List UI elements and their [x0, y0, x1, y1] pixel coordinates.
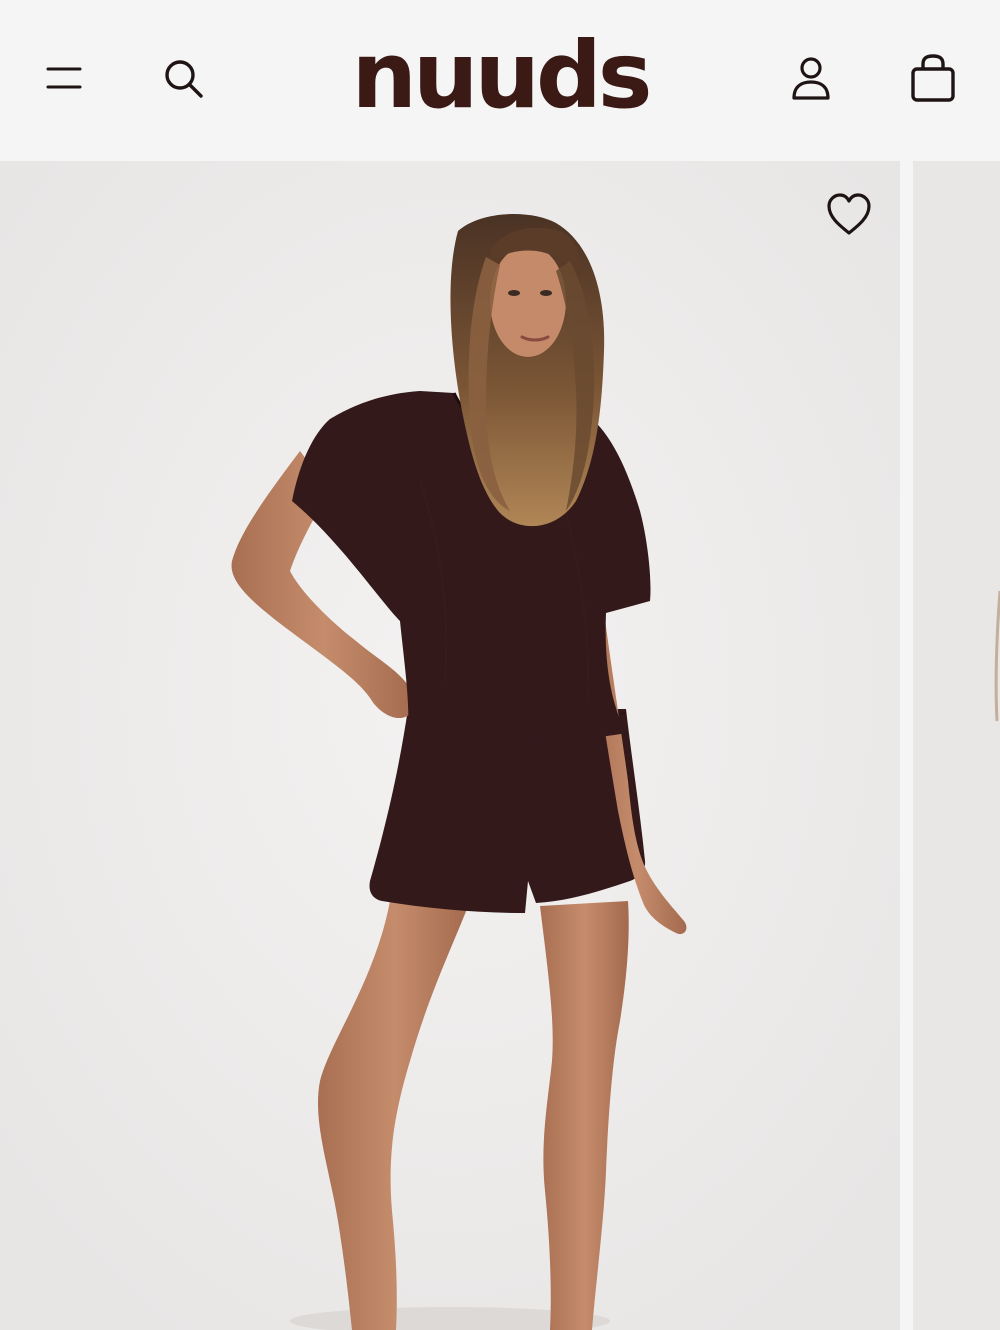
wishlist-button[interactable] — [822, 189, 876, 239]
user-icon — [792, 57, 830, 100]
menu-icon — [46, 67, 82, 89]
heart-icon — [827, 193, 871, 235]
search-icon — [165, 60, 203, 98]
site-header: nuuds — [0, 0, 1000, 161]
product-image-next[interactable] — [913, 161, 1000, 1330]
brand-logo[interactable]: nuuds — [351, 28, 652, 124]
account-button[interactable] — [785, 52, 837, 104]
search-button[interactable] — [155, 52, 211, 104]
menu-button[interactable] — [38, 54, 90, 102]
logo-text: nuuds — [351, 22, 652, 129]
model-illustration — [0, 161, 900, 1330]
shopping-bag-icon — [911, 54, 955, 102]
product-gallery[interactable] — [0, 161, 1000, 1330]
next-image-preview — [913, 161, 1000, 1330]
product-image-main[interactable] — [0, 161, 900, 1330]
cart-button[interactable] — [905, 50, 961, 106]
